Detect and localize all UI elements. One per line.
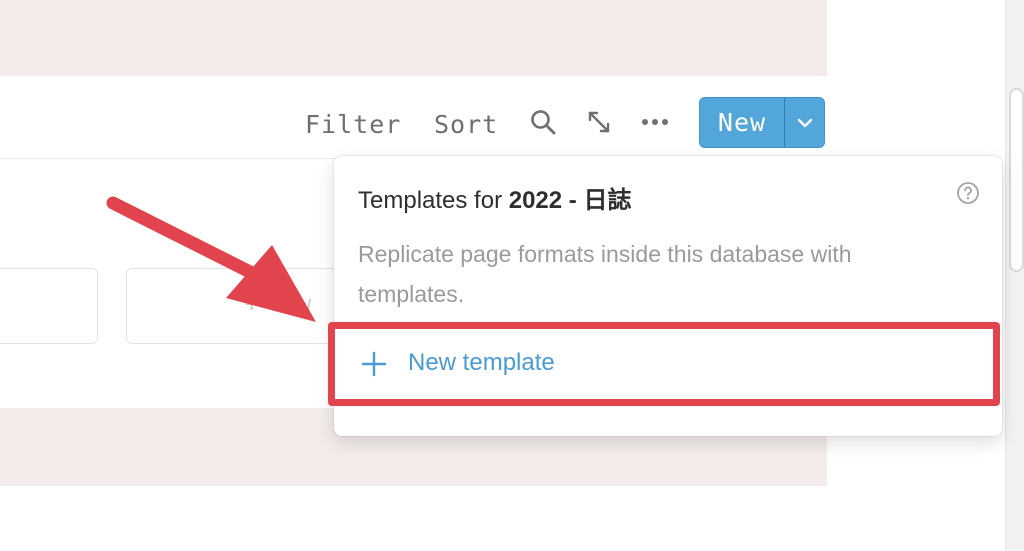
page-band-top bbox=[0, 0, 827, 76]
scrollbar-thumb[interactable] bbox=[1009, 88, 1024, 272]
popover-title: Templates for 2022 - 日誌 bbox=[358, 180, 631, 215]
board-card[interactable] bbox=[0, 268, 98, 344]
plus-icon bbox=[361, 351, 387, 377]
scrollbar-track[interactable] bbox=[1005, 0, 1024, 551]
more-icon[interactable] bbox=[638, 104, 672, 140]
board-divider bbox=[0, 158, 340, 159]
filter-button[interactable]: Filter bbox=[305, 104, 401, 144]
chevron-down-icon[interactable] bbox=[785, 98, 824, 147]
expand-icon[interactable] bbox=[582, 104, 616, 140]
new-button-group: New bbox=[699, 97, 825, 148]
popover-description: Replicate page formats inside this datab… bbox=[358, 241, 852, 307]
help-icon[interactable] bbox=[956, 181, 980, 205]
new-button[interactable]: New bbox=[700, 98, 784, 147]
templates-popover: Templates for 2022 - 日誌 Replicate page f… bbox=[334, 156, 1002, 436]
sort-button[interactable]: Sort bbox=[434, 104, 498, 144]
popover-title-database: 2022 - 日誌 bbox=[508, 187, 632, 214]
new-card-label: + New bbox=[245, 292, 312, 317]
search-icon[interactable] bbox=[526, 104, 560, 140]
popover-title-prefix: Templates for bbox=[358, 187, 509, 214]
new-template-label: New template bbox=[408, 349, 555, 376]
new-template-button[interactable]: New template bbox=[334, 336, 1002, 391]
